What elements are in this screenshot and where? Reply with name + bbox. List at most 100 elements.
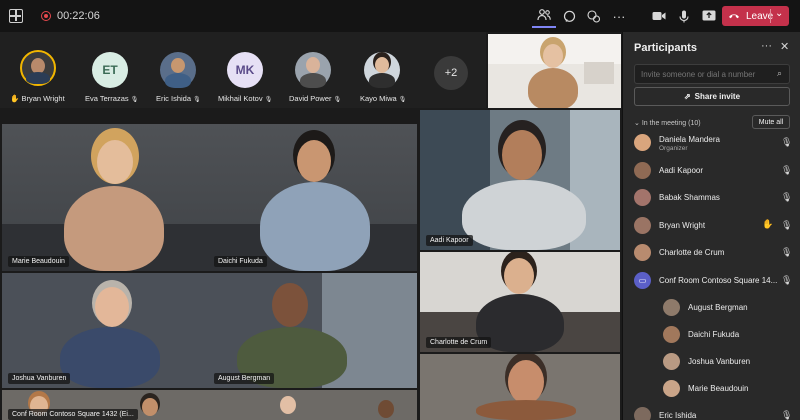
mic-icon[interactable]: 🎙 xyxy=(781,192,792,203)
avatar xyxy=(634,407,651,420)
more-icon[interactable]: ··· xyxy=(607,4,631,28)
participant-row[interactable]: Eric Ishida 🎙 xyxy=(623,404,800,420)
person-head xyxy=(297,140,331,182)
participant-row[interactable]: August Bergman xyxy=(623,296,800,320)
avatar[interactable] xyxy=(295,52,331,88)
video-tile[interactable]: Aadi Kapoor xyxy=(420,110,620,250)
chevron-down-icon: ⌄ xyxy=(634,120,640,127)
avatar[interactable] xyxy=(20,50,56,86)
participant-name: Daniela Mandera xyxy=(659,135,720,144)
video-tile[interactable] xyxy=(420,354,620,420)
avatar-name: ✋ Bryan Wright xyxy=(10,94,65,103)
avatar[interactable]: ET xyxy=(92,52,128,88)
participant-name: Conf Room Contoso Square 14... xyxy=(659,276,778,285)
person-head xyxy=(272,283,308,327)
participant-row[interactable]: Aadi Kapoor 🎙 xyxy=(623,159,800,183)
mic-icon[interactable]: 🎙 xyxy=(781,247,792,258)
person-body xyxy=(476,400,576,420)
avatar-face xyxy=(306,57,320,73)
raised-hand-icon: ✋ xyxy=(10,94,20,103)
participant-row[interactable]: ▭ Conf Room Contoso Square 14... 🎙 xyxy=(623,269,800,293)
participant-row[interactable]: Marie Beaudouin xyxy=(623,377,800,401)
avatar-name-text: David Power xyxy=(289,94,332,103)
participant-row[interactable]: Bryan Wright ✋ 🎙 xyxy=(623,214,800,238)
avatar-body xyxy=(369,73,395,88)
participant-role: Organizer xyxy=(659,145,688,152)
participant-row[interactable]: Joshua Vanburen xyxy=(623,350,800,374)
person-body xyxy=(64,186,164,271)
participant-name-label: Aadi Kapoor xyxy=(426,235,473,246)
room-shelf xyxy=(584,62,614,84)
invite-input[interactable] xyxy=(634,64,790,84)
meeting-toolbar: 00:22:06 ··· Leave ⌄ xyxy=(0,0,800,32)
avatar-name-text: Bryan Wright xyxy=(21,94,65,103)
share-screen-icon[interactable] xyxy=(697,4,721,28)
participant-row[interactable]: Daniela Mandera Organizer 🎙 xyxy=(623,131,800,155)
avatar xyxy=(663,380,680,397)
video-stage: ✋ Bryan Wright ET Eva Terrazas 🎙 Eric Is… xyxy=(0,32,622,420)
mute-all-button[interactable]: Mute all xyxy=(752,115,790,129)
participant-name: Babak Shammas xyxy=(659,193,720,202)
mic-off-icon: 🎙 xyxy=(193,97,201,103)
video-tile[interactable]: Conf Room Contoso Square 1432 (Ei... xyxy=(2,390,417,420)
section-header[interactable]: ⌄ In the meeting (10) xyxy=(634,119,701,127)
search-icon[interactable]: ⌕ xyxy=(777,68,782,79)
mic-icon[interactable] xyxy=(672,4,696,28)
person-body xyxy=(260,182,370,271)
share-invite-button[interactable]: ⇗ Share invite xyxy=(634,87,790,106)
avatar[interactable]: MK xyxy=(227,52,263,88)
mic-off-icon: 🎙 xyxy=(398,97,407,103)
avatar xyxy=(663,326,680,343)
close-icon[interactable]: ✕ xyxy=(780,40,789,53)
person-head xyxy=(280,396,296,414)
chat-icon[interactable] xyxy=(557,4,581,28)
participant-row[interactable]: Charlotte de Crum 🎙 xyxy=(623,241,800,265)
mic-icon[interactable]: 🎙 xyxy=(781,275,792,286)
avatar-name: Mikhail Kotov 🎙 xyxy=(218,94,272,103)
participant-row[interactable]: Babak Shammas 🎙 xyxy=(623,186,800,210)
participant-name: Eric Ishida xyxy=(659,411,697,420)
video-tile[interactable]: Joshua Vanburen August Bergman xyxy=(2,273,417,388)
person-body xyxy=(462,180,586,250)
participant-row[interactable]: Daichi Fukuda xyxy=(623,323,800,347)
participant-name-label: Joshua Vanburen xyxy=(8,373,71,384)
mic-icon[interactable]: 🎙 xyxy=(781,220,792,231)
person-head xyxy=(97,140,133,184)
more-participants-button[interactable]: +2 xyxy=(434,56,468,90)
mic-off-icon[interactable]: 🎙 xyxy=(781,410,792,420)
people-icon[interactable] xyxy=(532,4,556,28)
more-icon[interactable]: ··· xyxy=(761,40,772,52)
avatar[interactable] xyxy=(160,52,196,88)
leave-button[interactable]: Leave ⌄ xyxy=(722,6,789,26)
avatar xyxy=(663,299,680,316)
video-tile[interactable]: Charlotte de Crum xyxy=(420,252,620,352)
link-icon: ⇗ xyxy=(683,92,691,101)
raised-hand-icon: ✋ xyxy=(762,219,774,229)
participant-name: Bryan Wright xyxy=(659,221,706,230)
avatar xyxy=(634,189,651,206)
person-head xyxy=(142,398,158,416)
camera-icon[interactable] xyxy=(647,4,671,28)
mic-icon[interactable]: 🎙 xyxy=(781,165,792,176)
participants-panel: Participants ··· ✕ ⌕ ⇗ Share invite ⌄ In… xyxy=(622,32,800,420)
person-head xyxy=(508,360,544,404)
participant-name: August Bergman xyxy=(688,303,748,312)
chevron-down-icon[interactable]: ⌄ xyxy=(775,8,783,19)
avatar[interactable] xyxy=(364,52,400,88)
avatar-name-text: Eva Terrazas xyxy=(85,94,129,103)
participant-name-label: Charlotte de Crum xyxy=(426,337,492,348)
avatar xyxy=(634,217,651,234)
video-tile-self[interactable] xyxy=(488,34,621,108)
participant-name: Daichi Fukuda xyxy=(688,330,740,339)
avatar-row: ✋ Bryan Wright ET Eva Terrazas 🎙 Eric Is… xyxy=(0,32,486,108)
grid-icon[interactable] xyxy=(9,9,23,23)
person-head xyxy=(378,400,394,418)
mic-icon[interactable]: 🎙 xyxy=(781,137,792,148)
video-tile[interactable]: Marie Beaudouin Daichi Fukuda xyxy=(2,124,417,271)
section-label: In the meeting (10) xyxy=(641,120,701,127)
reactions-icon[interactable] xyxy=(582,4,606,28)
hangup-icon xyxy=(728,11,740,22)
participant-name-label: August Bergman xyxy=(214,373,275,384)
avatar-name: Eric Ishida 🎙 xyxy=(156,94,201,103)
avatar-body xyxy=(26,72,50,84)
